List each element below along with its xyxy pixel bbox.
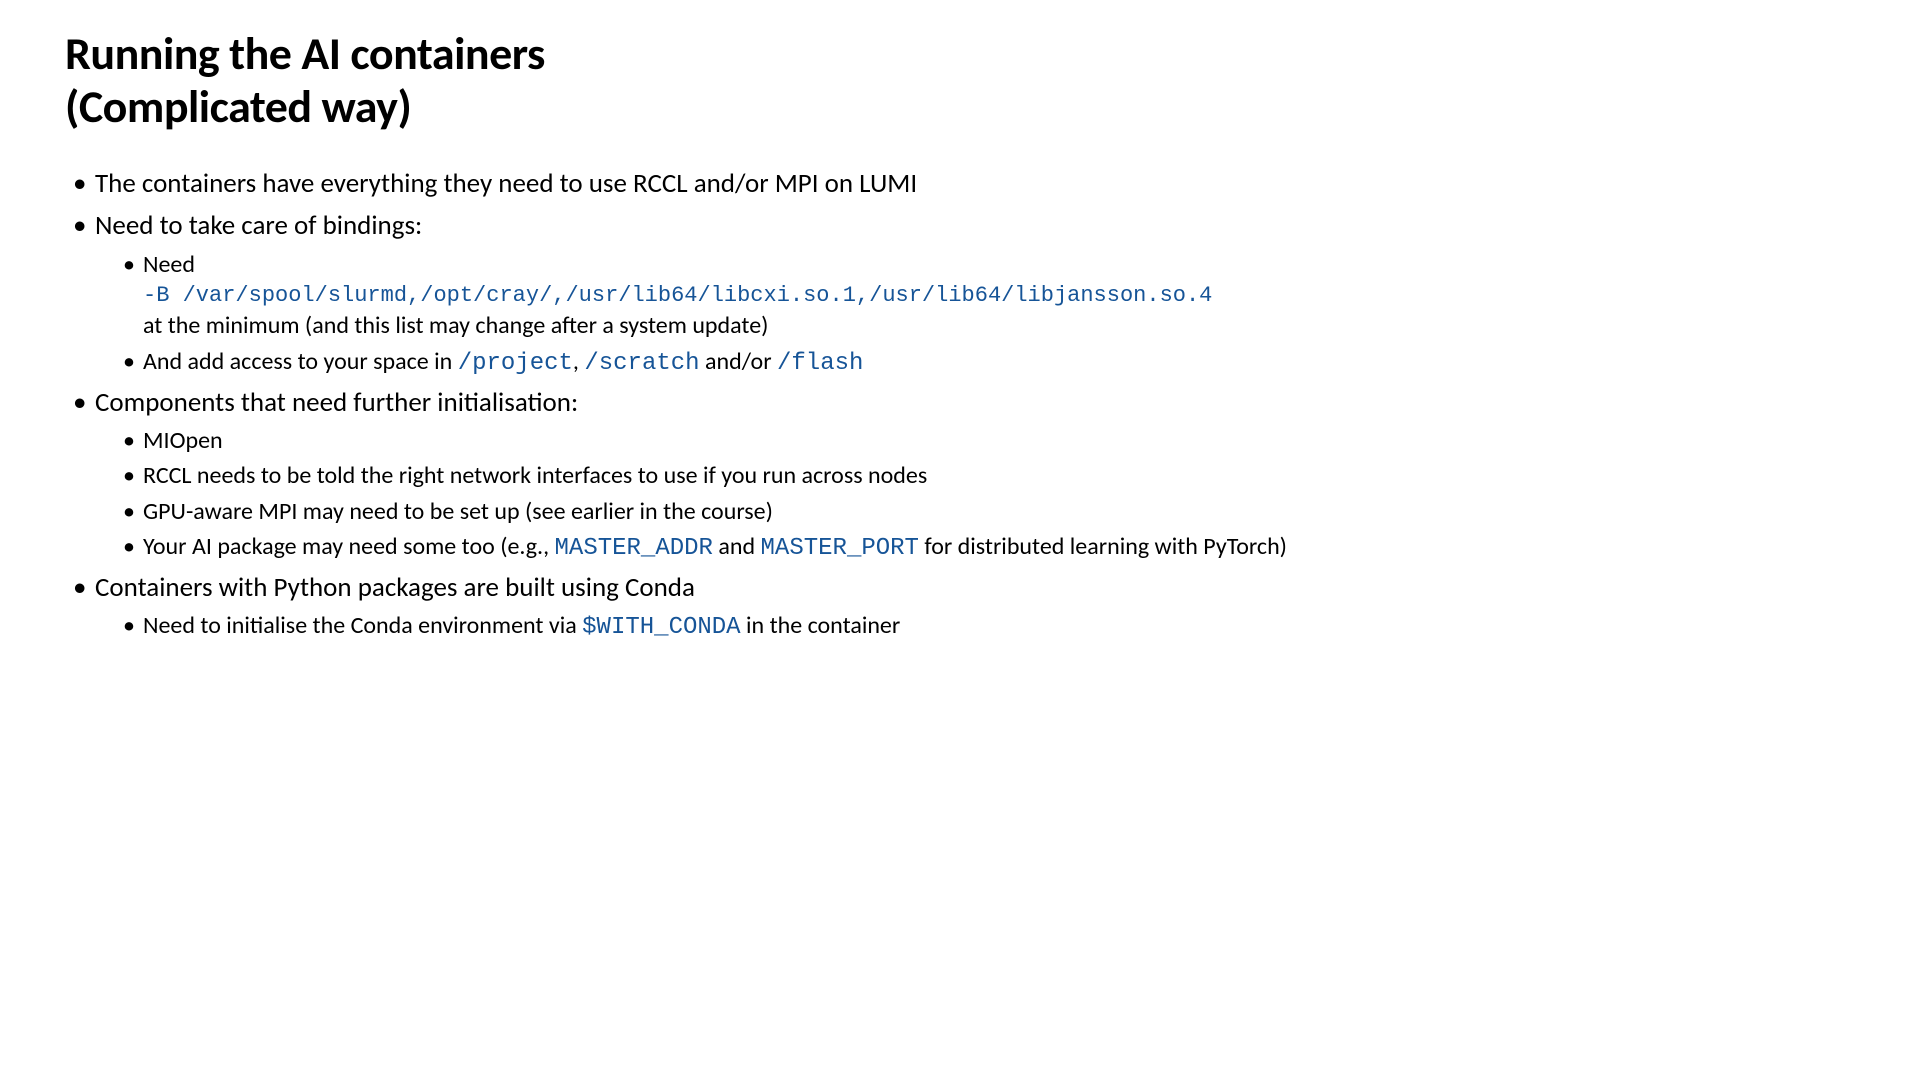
master-port-var: MASTER_PORT [761,535,919,562]
bullet-2-1-b: at the minimum (and this list may change… [143,311,768,340]
bullet-3-4-a: Your AI package may need some too (e.g., [143,532,555,561]
bullet-1: The containers have everything they need… [65,166,1375,202]
bullet-4-text: Containers with Python packages are buil… [95,571,695,604]
bullet-2: Need to take care of bindings: Need -B /… [65,208,1375,379]
bullet-2-2-b: , [573,347,584,376]
bullet-2-1-a: Need [143,250,195,279]
bullet-4-sublist: Need to initialise the Conda environment… [95,610,1375,643]
bullet-2-1: Need -B /var/spool/slurmd,/opt/cray/,/us… [115,249,1375,342]
bullet-4-1-b: in the container [741,611,901,640]
bullet-4-1: Need to initialise the Conda environment… [115,610,1375,643]
bullet-4: Containers with Python packages are buil… [65,570,1375,644]
bullet-3-4: Your AI package may need some too (e.g.,… [115,531,1375,564]
flash-path: /flash [777,350,863,377]
bullet-3-2: RCCL needs to be told the right network … [115,460,1375,491]
bullet-1-text: The containers have everything they need… [95,167,917,200]
bullet-2-text: Need to take care of bindings: [95,209,422,242]
bullet-3-1: MIOpen [115,425,1375,456]
bullet-list: The containers have everything they need… [65,166,1375,644]
bullet-3: Components that need further initialisat… [65,385,1375,564]
bullet-3-1-text: MIOpen [143,426,223,455]
bullet-3-3-text: GPU-aware MPI may need to be set up (see… [143,497,773,526]
bullet-3-2-text: RCCL needs to be told the right network … [143,461,927,490]
bullet-4-1-a: Need to initialise the Conda environment… [143,611,582,640]
with-conda-var: $WITH_CONDA [582,614,740,641]
bullet-2-sublist: Need -B /var/spool/slurmd,/opt/cray/,/us… [95,249,1375,379]
bullet-2-1-code: -B /var/spool/slurmd,/opt/cray/,/usr/lib… [143,282,1375,311]
slide-title: Running the AI containers (Complicated w… [65,28,1375,134]
title-line-1: Running the AI containers [65,26,545,82]
bullet-3-4-b: and [713,532,761,561]
bullet-3-text: Components that need further initialisat… [95,386,578,419]
title-line-2: (Complicated way) [65,79,411,135]
bullet-2-2-c: and/or [700,347,777,376]
bullet-3-sublist: MIOpen RCCL needs to be told the right n… [95,425,1375,564]
project-path: /project [458,350,573,377]
master-addr-var: MASTER_ADDR [555,535,713,562]
slide: Running the AI containers (Complicated w… [0,0,1440,670]
bullet-2-2-a: And add access to your space in [143,347,458,376]
scratch-path: /scratch [584,350,699,377]
bullet-2-2: And add access to your space in /project… [115,346,1375,379]
bullet-3-3: GPU-aware MPI may need to be set up (see… [115,496,1375,527]
bullet-3-4-c: for distributed learning with PyTorch) [919,532,1287,561]
